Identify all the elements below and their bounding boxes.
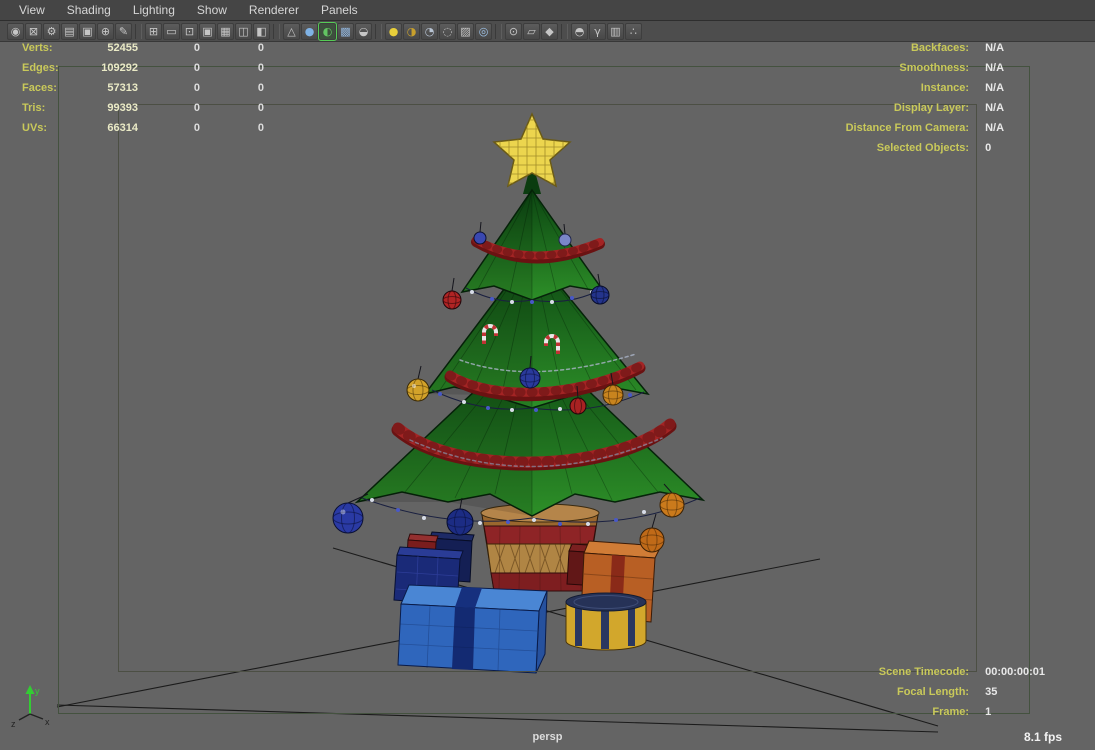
axis-indicator: y x z (11, 685, 50, 729)
shadows-icon[interactable]: ◑ (403, 22, 420, 40)
snapshot-icon[interactable]: ▥ (607, 22, 624, 40)
menu-shading[interactable]: Shading (56, 1, 122, 20)
axis-x-label: x (45, 717, 50, 727)
smooth-shade-icon[interactable]: ● (301, 22, 318, 40)
safe-title-icon[interactable]: ◧ (253, 22, 270, 40)
panel-toolbar: ◉ ⊠ ⚙ ▤ ▣ ⊕ ✎ ⊞ ▭ ⊡ ▣ ▦ ◫ ◧ △ ● ◐ ▩ ◒ ● … (0, 21, 1095, 42)
camera-attributes-icon[interactable]: ⚙ (43, 22, 60, 40)
share-icon[interactable]: ∴ (625, 22, 642, 40)
toolbar-group-isolate: ⊙ ▱ ◆ (505, 22, 558, 40)
toolbar-group-gates: ⊞ ▭ ⊡ ▣ ▦ ◫ ◧ (145, 22, 270, 40)
film-gate-icon[interactable]: ▭ (163, 22, 180, 40)
resolution-gate-icon[interactable]: ⊡ (181, 22, 198, 40)
toolbar-separator (495, 23, 502, 39)
field-chart-icon[interactable]: ▦ (217, 22, 234, 40)
xray-joints-icon[interactable]: ◆ (541, 22, 558, 40)
lock-camera-icon[interactable]: ⊠ (25, 22, 42, 40)
present-drum (565, 592, 647, 651)
toolbar-group-lighting: ● ◑ ◔ ◌ ▨ ◎ (385, 22, 492, 40)
menu-show[interactable]: Show (186, 1, 238, 20)
ambient-occlusion-icon[interactable]: ◔ (421, 22, 438, 40)
image-plane-icon[interactable]: ▣ (79, 22, 96, 40)
select-camera-icon[interactable]: ◉ (7, 22, 24, 40)
axis-y-label: y (35, 686, 40, 696)
toolbar-separator (273, 23, 280, 39)
textured-icon[interactable]: ▩ (337, 22, 354, 40)
grid-icon[interactable]: ⊞ (145, 22, 162, 40)
ornament (473, 221, 487, 245)
wireframe-on-shaded-icon[interactable]: ◐ (318, 21, 337, 41)
multisample-icon[interactable]: ▨ (457, 22, 474, 40)
axis-z-label: z (11, 719, 16, 729)
gamma-icon[interactable]: γ (589, 22, 606, 40)
toolbar-separator (135, 23, 142, 39)
ornament (639, 513, 665, 553)
gate-mask-icon[interactable]: ▣ (199, 22, 216, 40)
scene-canvas[interactable]: y x z (0, 42, 1095, 750)
toolbar-group-camera: ◉ ⊠ ⚙ ▤ ▣ ⊕ ✎ (7, 22, 132, 40)
menu-panels[interactable]: Panels (310, 1, 369, 20)
motion-blur-icon[interactable]: ◌ (439, 22, 456, 40)
pan-zoom-icon[interactable]: ⊕ (97, 22, 114, 40)
present-blue (397, 584, 548, 674)
christmas-tree-model[interactable] (332, 112, 706, 674)
depth-of-field-icon[interactable]: ◎ (475, 22, 492, 40)
toolbar-separator (561, 23, 568, 39)
grease-pencil-icon[interactable]: ✎ (115, 22, 132, 40)
menu-view[interactable]: View (8, 1, 56, 20)
panel-menubar: View Shading Lighting Show Renderer Pane… (0, 0, 1095, 21)
lights-icon[interactable]: ● (385, 22, 402, 40)
toolbar-separator (375, 23, 382, 39)
menu-renderer[interactable]: Renderer (238, 1, 310, 20)
wireframe-icon[interactable]: △ (283, 22, 300, 40)
safe-action-icon[interactable]: ◫ (235, 22, 252, 40)
ornament (406, 365, 430, 402)
viewport-3d[interactable]: y x z Verts: 52455 0 0 Edges: 109292 0 0… (0, 42, 1095, 750)
ornament (442, 277, 462, 310)
toolbar-group-shading: △ ● ◐ ▩ ◒ (283, 21, 372, 41)
toolbar-group-misc: ◓ γ ▥ ∴ (571, 22, 642, 40)
bookmark-icon[interactable]: ▤ (61, 22, 78, 40)
exposure-icon[interactable]: ◓ (571, 22, 588, 40)
menu-lighting[interactable]: Lighting (122, 1, 186, 20)
isolate-select-icon[interactable]: ⊙ (505, 22, 522, 40)
maya-viewport-panel: { "menubar": { "items": [ {"name":"menu-… (0, 0, 1095, 750)
xray-icon[interactable]: ▱ (523, 22, 540, 40)
default-material-icon[interactable]: ◒ (355, 22, 372, 40)
